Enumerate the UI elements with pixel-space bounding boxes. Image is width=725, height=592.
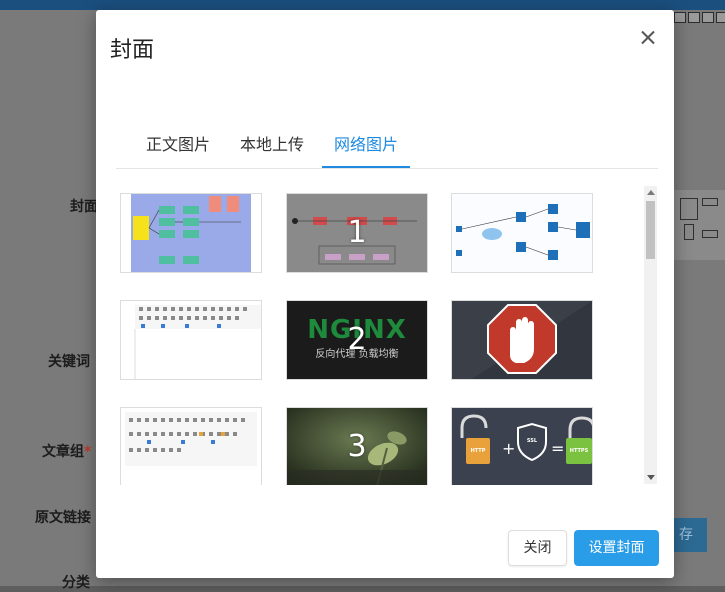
- cover-dialog: 封面 正文图片 本地上传 网络图片 1 NGINX 反向代理 负载均衡 2 3 …: [96, 10, 674, 578]
- tab-web-images[interactable]: 网络图片: [322, 128, 411, 168]
- image-number: [121, 408, 261, 485]
- gallery-image-6[interactable]: [451, 300, 593, 380]
- image-number: [452, 408, 592, 485]
- tab-local-upload[interactable]: 本地上传: [240, 128, 304, 168]
- image-number: [452, 194, 592, 272]
- category-label: 分类: [62, 575, 90, 591]
- cover-preview-image: [672, 190, 725, 260]
- gallery-image-2[interactable]: 1: [286, 193, 428, 273]
- gallery-scrollbar[interactable]: [644, 186, 657, 484]
- gallery-image-3[interactable]: [451, 193, 593, 273]
- image-number: 3: [347, 429, 367, 464]
- toolbar-icons: [672, 12, 725, 24]
- image-number: 1: [347, 215, 367, 250]
- gallery-image-5[interactable]: NGINX 反向代理 负载均衡 2: [286, 300, 428, 380]
- required-mark: *: [84, 444, 92, 460]
- image-gallery: 1 NGINX 反向代理 负载均衡 2 3 + = HTTP SSL HTTPS: [110, 182, 658, 485]
- scrollbar-thumb[interactable]: [646, 201, 655, 259]
- top-bar: [0, 0, 725, 10]
- cover-label: 封面: [70, 199, 98, 215]
- tab-bar: 正文图片 本地上传 网络图片: [116, 128, 658, 169]
- scroll-down-icon[interactable]: [644, 471, 657, 484]
- gallery-image-8[interactable]: 3: [286, 407, 428, 485]
- close-button[interactable]: 关闭: [508, 530, 567, 566]
- image-number: [452, 301, 592, 379]
- image-number: 2: [347, 322, 367, 357]
- close-icon[interactable]: [636, 26, 660, 50]
- article-group-label: 文章组*: [42, 444, 92, 460]
- tab-body-images[interactable]: 正文图片: [146, 128, 210, 168]
- gallery-image-4[interactable]: [120, 300, 262, 380]
- image-number: [121, 194, 261, 272]
- gallery-image-7[interactable]: [120, 407, 262, 485]
- gallery-image-9[interactable]: + = HTTP SSL HTTPS: [451, 407, 593, 485]
- keywords-label: 关键词: [48, 354, 90, 370]
- source-link-label: 原文链接: [35, 510, 91, 526]
- set-cover-button[interactable]: 设置封面: [574, 530, 659, 566]
- gallery-image-1[interactable]: [120, 193, 262, 273]
- image-number: [121, 301, 261, 379]
- scroll-up-icon[interactable]: [644, 186, 657, 199]
- dialog-title: 封面: [110, 38, 155, 63]
